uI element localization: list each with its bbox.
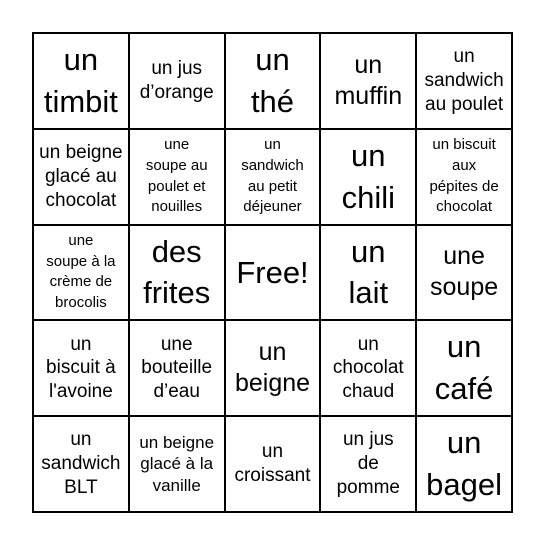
cell-text-line: nouilles [151, 198, 203, 216]
cell-text-line: beigne [234, 369, 311, 398]
cell-text-line: chocolat [332, 357, 404, 379]
cell-text-line: pépites de [429, 177, 499, 195]
bingo-cell[interactable]: un sandwich au petit déjeuner [225, 129, 320, 224]
cell-text-line: poulet et [147, 177, 206, 195]
cell-text-line: brocolis [55, 294, 107, 312]
bingo-cell[interactable]: un sandwich BLT [34, 417, 128, 511]
cell-text-line: un [354, 50, 383, 79]
bingo-cell[interactable]: une soupe [417, 225, 511, 320]
cell-text-line: des [151, 233, 202, 269]
cell-text-line: glacé à la [140, 454, 214, 474]
cell-text-line: un [261, 441, 284, 463]
cell-text-line: pomme [336, 476, 400, 498]
free-space-label: Free! [236, 254, 309, 290]
bingo-cell[interactable]: un beigne [225, 321, 320, 416]
cell-text-line: un [63, 42, 99, 78]
cell-text-line: soupe [430, 273, 499, 302]
bingo-cell[interactable]: un café [417, 321, 511, 416]
bingo-cell[interactable]: une bouteille d’eau [129, 321, 224, 416]
bingo-cell[interactable]: un beigne glacé au chocolat [34, 129, 128, 224]
cell-text-line: un [70, 429, 92, 451]
cell-text-line: un [446, 329, 482, 365]
cell-text-line: sandwich [424, 70, 504, 92]
bingo-cell[interactable]: un jus d’orange [129, 34, 224, 128]
bingo-cell[interactable]: un thé [225, 34, 320, 128]
cell-text-line: crème de [49, 273, 113, 291]
cell-text-line: un jus [151, 58, 203, 80]
cell-text-line: biscuit à [46, 357, 116, 379]
cell-text-line: lait [348, 275, 389, 311]
cell-text-line: un [258, 338, 287, 367]
cell-text-line: un [357, 333, 379, 355]
bingo-card: un timbit un jus d’orange un thé un muffin u… [32, 32, 513, 513]
cell-text-line: un beigne [139, 433, 215, 453]
cell-text-line: café [434, 371, 494, 407]
cell-text-line: un [351, 137, 386, 173]
cell-text-line: un [446, 425, 482, 461]
cell-text-line: soupe à la [46, 252, 116, 270]
cell-text-line: un [453, 46, 475, 68]
cell-text-line: une [160, 333, 193, 355]
cell-text-line: un beigne [39, 142, 123, 164]
bingo-cell[interactable]: un chocolat chaud [321, 321, 416, 416]
cell-text-line: chili [341, 179, 395, 215]
bingo-cell[interactable]: un lait [321, 225, 416, 320]
cell-text-line: d’orange [139, 81, 214, 103]
cell-text-line: aux [451, 157, 477, 174]
bingo-cell[interactable]: un jus de pomme [321, 417, 416, 511]
cell-text-line: déjeuner [243, 198, 302, 216]
cell-text-line: chaud [342, 381, 395, 403]
cell-text-line: frites [143, 275, 211, 311]
cell-text-line: chocolat [45, 189, 117, 211]
cell-text-line: l'avoine [48, 381, 113, 403]
bingo-cell[interactable]: un biscuit à l'avoine [34, 321, 128, 416]
cell-text-line: soupe au [145, 157, 208, 174]
cell-text-line: sandwich [241, 157, 304, 174]
cell-text-line: de [357, 453, 379, 475]
bingo-cell[interactable]: une soupe au poulet et nouilles [129, 129, 224, 224]
cell-text-line: une [164, 136, 190, 154]
bingo-cell[interactable]: un muffin [321, 34, 416, 128]
bingo-cell[interactable]: un beigne glacé à la vanille [129, 417, 224, 511]
cell-text-line: une [68, 232, 94, 250]
cell-text-line: glacé au [44, 165, 117, 187]
bingo-cell[interactable]: un croissant [225, 417, 320, 511]
bingo-cell[interactable]: un timbit [34, 34, 128, 128]
bingo-cell[interactable]: un chili [321, 129, 416, 224]
cell-text-line: bouteille [141, 357, 213, 379]
cell-text-line: BLT [64, 476, 98, 498]
cell-text-line: thé [250, 83, 295, 119]
cell-text-line: chocolat [436, 198, 493, 216]
cell-text-line: bagel [426, 467, 503, 503]
cell-text-line: un [351, 233, 386, 269]
bingo-cell[interactable]: des frites [129, 225, 224, 320]
cell-text-line: un [70, 333, 92, 355]
cell-text-line: un biscuit [432, 136, 496, 154]
cell-text-line: vanille [152, 475, 201, 495]
cell-text-line: un jus [342, 429, 394, 451]
bingo-cell[interactable]: un bagel [417, 417, 511, 511]
cell-text-line: d’eau [153, 381, 200, 403]
free-space-cell[interactable]: Free! [225, 225, 320, 320]
bingo-cell[interactable]: un sandwich au poulet [417, 34, 511, 128]
cell-text-line: un [255, 42, 290, 78]
cell-text-line: une [443, 242, 485, 271]
bingo-cell[interactable]: un biscuit aux pépites de chocolat [417, 129, 511, 224]
cell-text-line: un [264, 136, 281, 154]
bingo-cell[interactable]: une soupe à la crème de brocolis [34, 225, 128, 320]
cell-text-line: croissant [234, 465, 311, 487]
cell-text-line: au poulet [425, 93, 504, 115]
cell-text-line: muffin [334, 81, 403, 110]
cell-text-line: au petit [247, 177, 298, 195]
cell-text-line: timbit [43, 83, 118, 119]
cell-text-line: sandwich [41, 453, 121, 475]
